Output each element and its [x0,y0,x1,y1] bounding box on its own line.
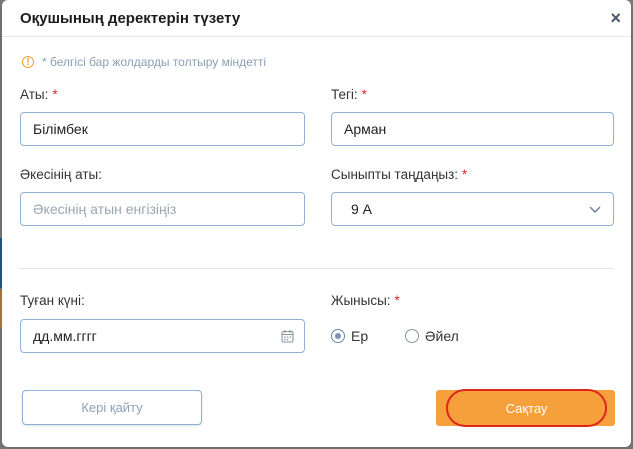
father-name-label-text: Әкесінің аты: [20,167,102,182]
close-icon[interactable]: × [610,9,621,27]
father-name-placeholder: Әкесінің атын енгізіңіз [33,201,177,217]
class-select[interactable]: 9 А [331,192,614,226]
first-name-label-text: Аты: [20,87,49,102]
edit-student-dialog: Оқушының деректерін түзету × ! * белгісі… [2,0,631,447]
class-select-value: 9 А [351,201,373,217]
birth-date-label-text: Туған күні: [20,293,85,308]
last-name-field[interactable]: Арман [331,112,614,146]
first-name-label: Аты: * [20,87,58,102]
gender-option-male[interactable]: Ер [331,328,368,344]
radio-female[interactable] [405,329,419,343]
last-name-value: Арман [344,121,387,137]
class-select-label: Сыныпты таңдаңыз: * [331,167,467,182]
father-name-label: Әкесінің аты: [20,167,102,182]
birth-date-placeholder: дд.мм.гггг [33,328,97,344]
required-mark: * [361,87,367,102]
radio-male[interactable] [331,329,345,343]
chevron-down-icon [589,206,601,213]
back-button[interactable]: Кері қайту [22,390,202,425]
required-mark: * [394,293,400,308]
birth-date-field[interactable]: дд.мм.гггг [20,319,305,353]
required-mark: * [462,167,468,182]
dialog-header: Оқушының деректерін түзету × [2,0,631,37]
first-name-value: Білімбек [33,121,88,137]
radio-label-male: Ер [351,328,369,344]
gender-label: Жынысы: * [331,293,400,308]
save-button[interactable]: Сақтау [446,389,607,427]
section-divider [20,268,614,269]
required-notice: ! * белгісі бар жолдарды толтыру міндетт… [22,55,266,69]
last-name-label-text: Тегі: [331,87,358,102]
required-mark: * [52,87,58,102]
gender-option-female[interactable]: Әйел [405,328,459,344]
info-icon: ! [22,56,34,68]
birth-date-label: Туған күні: [20,293,85,308]
gender-label-text: Жынысы: [331,293,391,308]
calendar-icon[interactable] [281,329,294,343]
last-name-label: Тегі: * [331,87,367,102]
first-name-field[interactable]: Білімбек [20,112,305,146]
class-select-label-text: Сыныпты таңдаңыз: [331,167,459,182]
notice-text: * белгісі бар жолдарды толтыру міндетті [42,55,267,69]
radio-label-female: Әйел [425,328,459,344]
father-name-field[interactable]: Әкесінің атын енгізіңіз [20,192,305,226]
dialog-title: Оқушының деректерін түзету [20,9,241,27]
